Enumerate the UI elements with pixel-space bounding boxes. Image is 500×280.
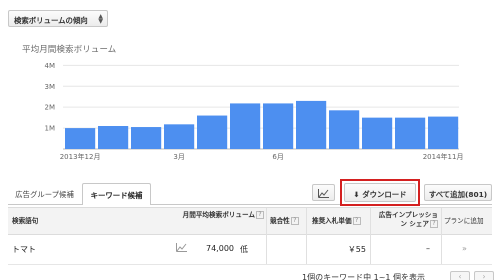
bar[interactable]: [164, 124, 195, 149]
col-header-competition[interactable]: 競合性?: [270, 217, 299, 243]
col-header-add: プランに追加: [444, 217, 484, 225]
help-icon[interactable]: ?: [430, 220, 438, 228]
chart-toggle-button[interactable]: [312, 184, 335, 201]
bar[interactable]: [395, 117, 426, 149]
chevron-left-icon: ‹: [458, 272, 462, 280]
y-tick-label: 4M: [45, 62, 56, 70]
bar[interactable]: [329, 110, 360, 149]
cell-competition: 低: [240, 245, 248, 254]
col-header-bid[interactable]: 推奨入札単価?: [312, 217, 361, 243]
column-divider: [441, 208, 442, 264]
col-header-competition-label: 競合性: [270, 217, 290, 225]
cell-bid: ￥55: [347, 245, 366, 254]
row-divider: [8, 264, 492, 265]
y-tick-label: 2M: [45, 104, 56, 112]
download-button[interactable]: ⬇ ダウンロード: [344, 183, 416, 202]
col-header-impression-share[interactable]: 広告インプレッション シェア?: [374, 211, 438, 237]
x-tick-label: 2013年12月: [60, 152, 101, 161]
bar[interactable]: [197, 115, 228, 149]
cell-volume: 74,000: [206, 244, 234, 253]
cell-keyword: トマト: [12, 245, 36, 254]
x-tick-label: 6月: [272, 153, 283, 161]
column-divider: [306, 208, 307, 264]
col-header-volume[interactable]: 月間平均検索ボリューム?: [172, 211, 264, 237]
pagination-summary: 1個のキーワード中 1~1 個を表示: [302, 273, 426, 280]
bar[interactable]: [131, 127, 162, 149]
bar[interactable]: [65, 128, 96, 149]
col-header-bid-label: 推奨入札単価: [312, 217, 352, 225]
line-chart-icon: [318, 189, 329, 198]
tab-keyword-ideas[interactable]: キーワード候補: [82, 183, 151, 205]
x-tick-label: 3月: [173, 153, 184, 161]
bar[interactable]: [263, 103, 294, 149]
next-page-button[interactable]: ›: [474, 271, 494, 280]
trend-chart-icon[interactable]: [176, 243, 187, 254]
add-to-plan-button[interactable]: »: [462, 244, 467, 253]
y-tick-label: 3M: [45, 83, 56, 91]
column-divider: [370, 208, 371, 264]
bar[interactable]: [296, 100, 327, 149]
y-tick-label: 1M: [45, 125, 56, 133]
add-all-button[interactable]: すべて追加(801): [424, 184, 492, 201]
x-tick-label: 2014年11月: [423, 152, 464, 161]
help-icon[interactable]: ?: [290, 217, 299, 225]
line-chart-icon: [176, 243, 187, 252]
help-icon[interactable]: ?: [256, 211, 264, 219]
help-icon[interactable]: ?: [352, 217, 361, 225]
tab-divider: [151, 204, 492, 205]
search-volume-chart: 4M 3M 2M 1M 2013年12月 3月 6月 2014年11月: [45, 62, 464, 161]
prev-page-button[interactable]: ‹: [450, 271, 470, 280]
col-header-keyword[interactable]: 検索語句: [12, 217, 38, 243]
cell-impression-share: –: [426, 244, 430, 253]
download-icon: ⬇: [353, 190, 360, 199]
column-divider: [266, 208, 267, 264]
download-label: ダウンロード: [362, 190, 407, 199]
bar[interactable]: [428, 116, 459, 149]
col-header-volume-label: 月間平均検索ボリューム: [182, 211, 255, 219]
chevron-right-icon: ›: [482, 272, 486, 280]
bar[interactable]: [98, 126, 129, 149]
bar[interactable]: [230, 103, 261, 149]
tab-adgroup-ideas[interactable]: 広告グループ候補: [8, 183, 81, 205]
tab-divider: [8, 204, 82, 205]
bar[interactable]: [362, 117, 393, 149]
